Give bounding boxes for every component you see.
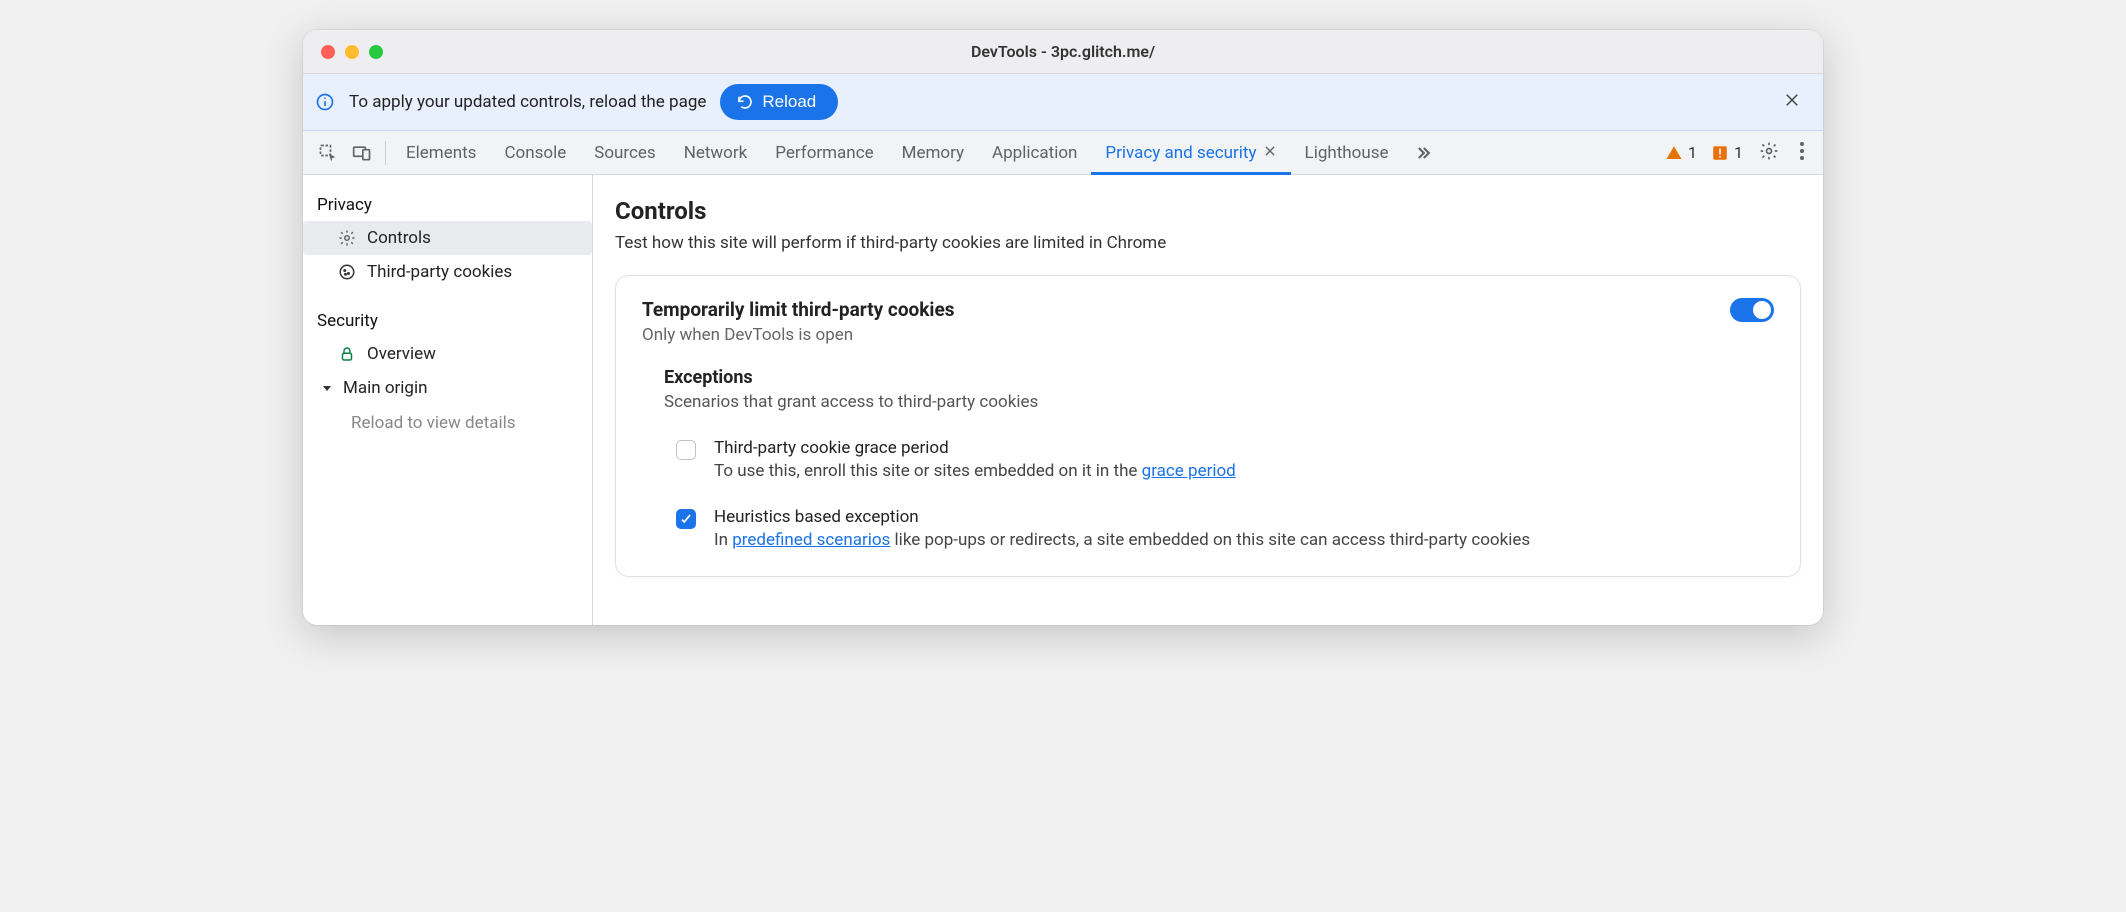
warning-icon [1665, 144, 1683, 162]
exceptions-title: Exceptions [664, 367, 1774, 388]
tab-application[interactable]: Application [978, 131, 1091, 175]
settings-button[interactable] [1749, 141, 1789, 165]
kebab-icon [1799, 141, 1805, 161]
card-header: Temporarily limit third-party cookies On… [642, 298, 1774, 345]
check-icon [679, 512, 693, 526]
close-window-button[interactable] [321, 45, 335, 59]
toolbar: Elements Console Sources Network Perform… [303, 131, 1823, 175]
grace-period-checkbox[interactable] [676, 440, 696, 460]
issue-icon [1711, 144, 1729, 162]
exception-desc: In predefined scenarios like pop-ups or … [714, 530, 1530, 550]
tab-sources[interactable]: Sources [580, 131, 669, 175]
tab-elements[interactable]: Elements [392, 131, 490, 175]
status-group: 1 1 [1665, 143, 1749, 162]
sidebar-heading-security: Security [303, 303, 592, 337]
reload-button[interactable]: Reload [720, 84, 838, 120]
tab-close-button[interactable] [1263, 143, 1277, 163]
window-title: DevTools - 3pc.glitch.me/ [303, 42, 1823, 61]
device-toolbar-icon[interactable] [345, 131, 379, 175]
chevron-double-right-icon [1413, 143, 1433, 163]
main-panel: Controls Test how this site will perform… [593, 175, 1823, 625]
panel-tabs: Elements Console Sources Network Perform… [392, 131, 1403, 175]
panel-body: Privacy Controls Third-party cookies Sec… [303, 175, 1823, 625]
sidebar-item-third-party-cookies[interactable]: Third-party cookies [303, 255, 592, 289]
gear-icon [1759, 141, 1779, 161]
sidebar-item-label: Overview [367, 344, 436, 364]
card-subtitle: Only when DevTools is open [642, 325, 1710, 345]
cookie-icon [337, 262, 357, 282]
warnings-button[interactable]: 1 [1665, 143, 1697, 162]
reload-banner: To apply your updated controls, reload t… [303, 74, 1823, 131]
minimize-window-button[interactable] [345, 45, 359, 59]
tab-network[interactable]: Network [670, 131, 762, 175]
tab-memory[interactable]: Memory [888, 131, 978, 175]
predefined-scenarios-link[interactable]: predefined scenarios [732, 530, 890, 550]
tab-label: Privacy and security [1105, 143, 1256, 163]
sidebar-item-label: Third-party cookies [367, 262, 512, 282]
close-icon [1783, 91, 1801, 109]
inspect-element-icon[interactable] [311, 131, 345, 175]
traffic-lights [303, 45, 383, 59]
sidebar-heading-privacy: Privacy [303, 187, 592, 221]
page-title: Controls [615, 197, 1801, 225]
lock-icon [337, 344, 357, 364]
exceptions-subtitle: Scenarios that grant access to third-par… [664, 392, 1774, 412]
exception-row-grace-period: Third-party cookie grace period To use t… [664, 430, 1774, 499]
devtools-window: DevTools - 3pc.glitch.me/ To apply your … [303, 30, 1823, 625]
gear-icon [337, 228, 357, 248]
limit-cookies-toggle[interactable] [1730, 298, 1774, 322]
tab-lighthouse[interactable]: Lighthouse [1291, 131, 1403, 175]
issues-button[interactable]: 1 [1711, 143, 1743, 162]
exceptions-section: Exceptions Scenarios that grant access t… [642, 345, 1774, 550]
more-tabs-button[interactable] [1403, 143, 1443, 163]
exception-desc-text: To use this, enroll this site or sites e… [714, 461, 1142, 481]
reload-icon [736, 93, 754, 111]
banner-text: To apply your updated controls, reload t… [349, 92, 706, 112]
page-subtitle: Test how this site will perform if third… [615, 233, 1801, 253]
sidebar-item-controls[interactable]: Controls [303, 221, 592, 255]
toolbar-divider [385, 141, 386, 165]
sidebar-item-overview[interactable]: Overview [303, 337, 592, 371]
reload-button-label: Reload [762, 92, 816, 112]
card-title: Temporarily limit third-party cookies [642, 298, 1710, 321]
sidebar-item-label: Main origin [343, 378, 428, 398]
banner-close-button[interactable] [1777, 85, 1807, 119]
sidebar-reload-detail: Reload to view details [303, 405, 592, 441]
sidebar: Privacy Controls Third-party cookies Sec… [303, 175, 593, 625]
exception-row-heuristics: Heuristics based exception In predefined… [664, 499, 1774, 550]
sidebar-item-label: Controls [367, 228, 431, 248]
exception-desc-text: In [714, 530, 732, 550]
limit-cookies-card: Temporarily limit third-party cookies On… [615, 275, 1801, 577]
maximize-window-button[interactable] [369, 45, 383, 59]
more-options-button[interactable] [1789, 141, 1815, 165]
sidebar-item-main-origin[interactable]: Main origin [303, 371, 592, 405]
issue-count: 1 [1734, 143, 1743, 162]
grace-period-link[interactable]: grace period [1142, 461, 1236, 481]
exception-title: Heuristics based exception [714, 507, 1530, 527]
exception-desc: To use this, enroll this site or sites e… [714, 461, 1236, 481]
warning-count: 1 [1688, 143, 1697, 162]
triangle-down-icon [317, 378, 337, 398]
tab-privacy-security[interactable]: Privacy and security [1091, 131, 1290, 175]
tab-performance[interactable]: Performance [761, 131, 887, 175]
exception-desc-text: like pop-ups or redirects, a site embedd… [890, 530, 1530, 550]
titlebar: DevTools - 3pc.glitch.me/ [303, 30, 1823, 74]
info-icon [315, 92, 335, 112]
tab-console[interactable]: Console [490, 131, 580, 175]
heuristics-checkbox[interactable] [676, 509, 696, 529]
exception-title: Third-party cookie grace period [714, 438, 1236, 458]
